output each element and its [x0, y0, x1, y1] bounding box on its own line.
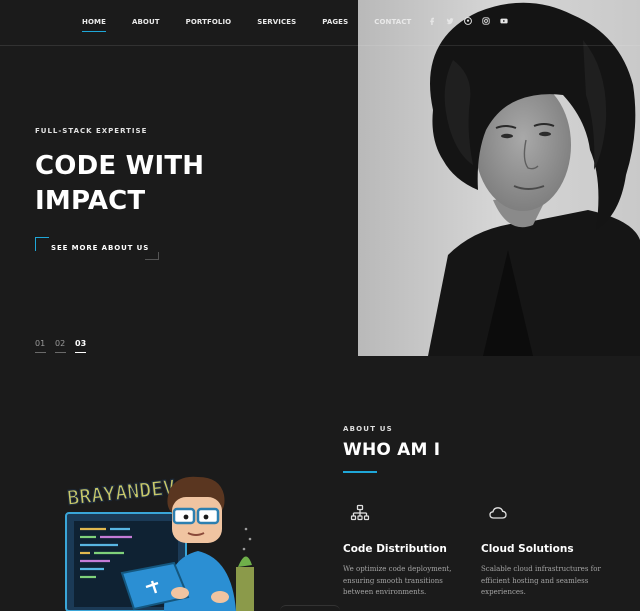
facebook-icon[interactable] — [427, 16, 436, 25]
nav-pages[interactable]: PAGES — [322, 16, 348, 28]
nav-services[interactable]: SERVICES — [257, 16, 296, 28]
slide-2[interactable]: 02 — [55, 339, 67, 353]
button-corner-accent — [35, 237, 49, 251]
mascot-logo-text: BRAYANDEV — [66, 475, 176, 510]
hero-title: CODE WITH IMPACT — [35, 149, 295, 219]
see-more-button-label: SEE MORE ABOUT US — [51, 244, 150, 252]
hero-title-line-1: CODE WITH — [35, 151, 205, 181]
nav-portfolio[interactable]: PORTFOLIO — [186, 16, 232, 28]
nav-home[interactable]: HOME — [82, 16, 106, 32]
pinterest-icon[interactable] — [463, 16, 472, 25]
feature-cloud-solutions: Cloud Solutions Scalable cloud infrastru… — [481, 503, 631, 599]
slide-3[interactable]: 03 — [75, 339, 87, 353]
slide-pagination: 01 02 03 — [35, 339, 87, 353]
about-title-underline — [343, 471, 377, 473]
see-more-button[interactable]: SEE MORE ABOUT US — [35, 237, 159, 260]
scroll-indicator — [280, 605, 340, 611]
feature-title: Code Distribution — [343, 543, 447, 555]
hero-title-line-2: IMPACT — [35, 186, 146, 216]
twitter-icon[interactable] — [445, 16, 454, 25]
button-corner-border — [145, 252, 159, 260]
feature-description: Scalable cloud infrastructures for effic… — [481, 565, 601, 596]
feature-description: We optimize code deployment, ensuring sm… — [343, 565, 452, 596]
nav-about[interactable]: ABOUT — [132, 16, 160, 28]
about-title: WHO AM I — [343, 440, 441, 460]
main-nav: HOME ABOUT PORTFOLIO SERVICES PAGES CONT… — [82, 16, 437, 32]
feature-code-distribution: Code Distribution We optimize code deplo… — [343, 503, 493, 599]
brayandev-mascot-illustration: BRAYANDEV — [60, 447, 260, 611]
youtube-icon[interactable] — [499, 16, 508, 25]
nav-contact[interactable]: CONTACT — [374, 16, 411, 28]
network-icon — [350, 503, 370, 523]
hero-eyebrow: FULL-STACK EXPERTISE — [35, 127, 148, 135]
slide-1[interactable]: 01 — [35, 339, 47, 353]
feature-title: Cloud Solutions — [481, 543, 574, 555]
social-links — [427, 16, 508, 25]
instagram-icon[interactable] — [481, 16, 490, 25]
page: HOME ABOUT PORTFOLIO SERVICES PAGES CONT… — [0, 0, 640, 611]
cloud-icon — [488, 503, 508, 523]
hero-portrait-image — [358, 0, 640, 356]
about-eyebrow: ABOUT US — [343, 425, 393, 433]
site-header: HOME ABOUT PORTFOLIO SERVICES PAGES CONT… — [0, 0, 640, 46]
